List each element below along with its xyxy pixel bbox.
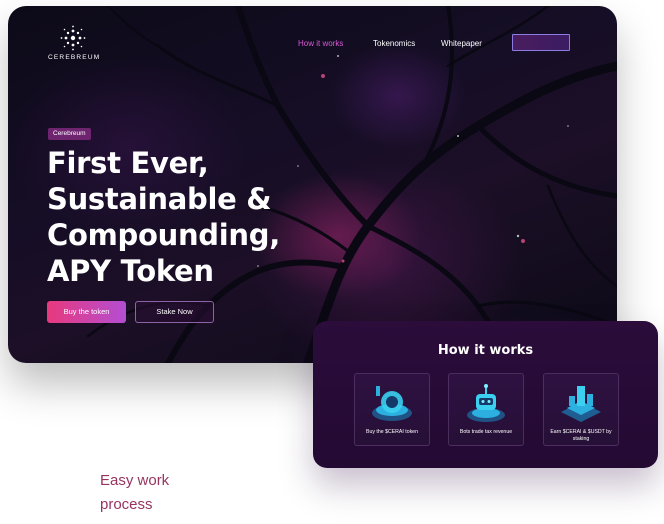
connect-button[interactable] xyxy=(512,34,570,51)
headline-line: Sustainable & xyxy=(47,182,272,216)
step-label: Bots trade tax revenue xyxy=(459,429,513,435)
headline-line: APY Token xyxy=(47,254,214,288)
hero-badge: Cerebreum xyxy=(48,128,91,140)
how-it-works-card: How it works Buy the $CERAI token Bots t… xyxy=(313,321,658,468)
nav-tokenomics[interactable]: Tokenomics xyxy=(373,39,415,48)
stake-now-button[interactable]: Stake Now xyxy=(135,301,214,323)
how-it-works-title: How it works xyxy=(437,343,534,358)
staking-tower-icon xyxy=(561,386,601,422)
section-subtitle: Easy work process xyxy=(100,472,170,513)
step-card-buy[interactable]: Buy the $CERAI token xyxy=(354,373,430,446)
headline-line: Compounding, xyxy=(47,218,280,252)
step-label: Earn $CERAI & $USDT by staking xyxy=(550,429,612,442)
buy-token-button[interactable]: Buy the token xyxy=(47,301,126,323)
nav-how-it-works[interactable]: How it works xyxy=(298,39,343,48)
nav-whitepaper[interactable]: Whitepaper xyxy=(441,39,482,48)
robot-icon xyxy=(467,384,505,422)
step-card-bots[interactable]: Bots trade tax revenue xyxy=(448,373,524,446)
headline-line: First Ever, xyxy=(47,146,209,180)
brand-logo[interactable]: CEREBREUM xyxy=(48,25,101,61)
hero-section: CEREBREUM How it works Tokenomics Whitep… xyxy=(8,6,617,363)
step-card-staking[interactable]: Earn $CERAI & $USDT by staking xyxy=(543,373,619,446)
step-label: Buy the $CERAI token xyxy=(366,429,418,435)
coin-platform-icon xyxy=(372,386,412,421)
brand-name: CEREBREUM xyxy=(48,54,101,61)
hero-headline: First Ever, Sustainable & Compounding, A… xyxy=(47,145,280,289)
brain-dots-icon xyxy=(60,25,86,51)
